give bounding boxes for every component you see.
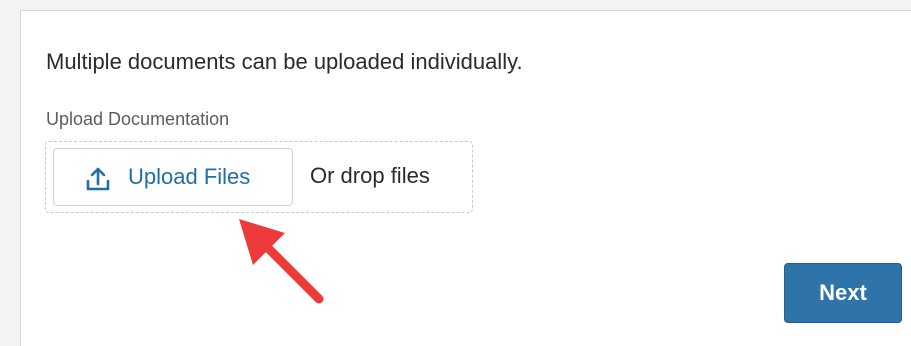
intro-text: Multiple documents can be uploaded indiv… (46, 49, 523, 74)
upload-card: Multiple documents can be uploaded indiv… (20, 10, 911, 346)
page-background: Multiple documents can be uploaded indiv… (0, 0, 911, 346)
upload-files-label: Upload Files (128, 164, 251, 189)
next-button[interactable]: Next (784, 263, 902, 323)
upload-files-button[interactable]: Upload Files (53, 148, 293, 206)
upload-documentation-label: Upload Documentation (46, 109, 230, 129)
red-arrow-icon (239, 219, 324, 304)
file-dropzone[interactable]: Upload Files Or drop files (45, 141, 473, 213)
drop-files-text: Or drop files (310, 163, 430, 188)
upload-icon (86, 167, 110, 191)
